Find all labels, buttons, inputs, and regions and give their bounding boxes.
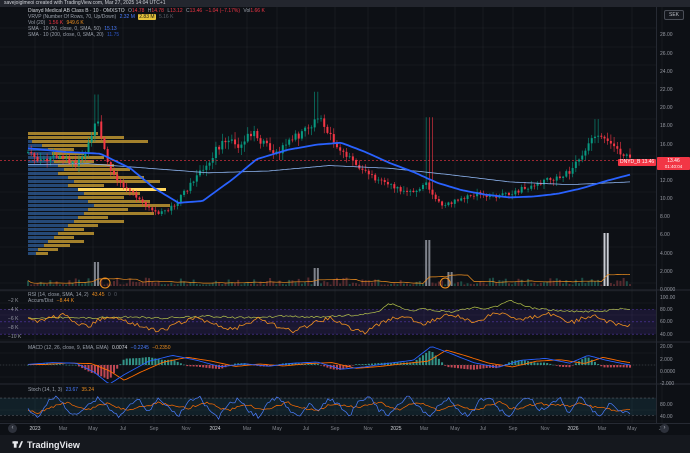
tradingview-window: savejoiglmeoi created with TradingView.c… [0,0,690,453]
price-axis-label: 20.00 [660,105,673,111]
time-axis-month-label: Mar [59,426,68,432]
price-axis-label: 24.00 [660,69,673,75]
price-axis-label: 10.00 [660,196,673,202]
rsi-axis-label: 80.00 [660,307,673,313]
macd-line-value: −0.2245 [131,345,149,351]
chart-canvas[interactable] [0,7,690,423]
rsi-lower: 0 [114,292,117,298]
macd-signal-value: −0.2350 [152,345,170,351]
price-axis-label: 6.00 [660,232,670,238]
sma200-value: 11.75 [107,32,119,38]
time-axis-month-label: Sep [509,426,518,432]
time-axis-month-label: Nov [541,426,550,432]
vrvp-down-value: 5.16 K [159,14,173,20]
accum-dist-axis-label: −4 K [8,307,18,313]
last-price-axis-tag: 13.46 01:40:04 [657,157,690,170]
close-value: 13.46 [190,8,203,14]
stoch-d-value: 35.24 [81,387,94,393]
scroll-left-button[interactable]: ‹ [8,424,17,433]
accum-dist-axis-label: −6 K [8,316,18,322]
vrvp-up-value: 2.32 M [120,14,135,20]
accum-dist-axis-label: −10 K [8,334,21,340]
time-axis-month-label: May [627,426,636,432]
price-axis-label: 8.00 [660,214,670,220]
scroll-right-button[interactable]: › [660,424,669,433]
rsi-legend[interactable]: RSI (14, close, SMA, 14, 2) 43.45 0 0 Ac… [28,292,117,304]
macd-legend[interactable]: MACD (12, 26, close, 9, EMA, EMA) 0.0074… [28,345,171,351]
macd-axis-label: 0.0000 [660,369,675,375]
change-value: −1.04 (−7.17%) [206,8,240,14]
time-axis-month-label: Jul [303,426,309,432]
macd-axis-label: 2.000 [660,357,673,363]
attribution-bar: savejoiglmeoi created with TradingView.c… [0,0,690,7]
bar-countdown: 01:40:04 [657,164,690,169]
rsi-axis-label: 40.00 [660,332,673,338]
rsi-axis-label: 100.00 [660,295,675,301]
rsi-value: 43.45 [92,292,105,298]
time-axis-month-label: Mar [420,426,429,432]
stoch-k-value: 23.67 [66,387,79,393]
price-axis-label: 18.00 [660,123,673,129]
time-axis-month-label: May [88,426,97,432]
vrvp-poc-value: 2.83 M [138,14,155,20]
accum-dist-axis-label: −8 K [8,325,18,331]
price-axis-label: 12.00 [660,178,673,184]
time-axis-month-label: May [450,426,459,432]
stoch-legend[interactable]: Stoch (14, 1, 3) 23.67 35.24 [28,387,94,393]
time-axis-month-label: May [272,426,281,432]
time-axis-month-label: Jul [480,426,486,432]
legend-sma200-row[interactable]: SMA · 10 (200, close, 0, SMA, 20) 11.75 [28,32,265,38]
tradingview-brand[interactable]: TradingView [12,439,80,450]
price-axis-label: 26.00 [660,51,673,57]
currency-toggle[interactable]: SEK [664,10,684,20]
price-axis-label: 4.000 [660,251,673,257]
price-axis-label: 16.00 [660,142,673,148]
macd-title[interactable]: MACD (12, 26, close, 9, EMA, EMA) [28,345,109,351]
time-axis[interactable]: 2023 Mar May Jul Sep Nov 2024 Mar May Jul Sep Nov 20… [0,423,690,435]
price-axis-label: 0.0000 [660,287,675,293]
price-axis-label: 22.00 [660,87,673,93]
rsi-axis-label: 20.00 [660,344,673,350]
symbol-last-price: 13.46 [642,159,655,165]
macd-axis-label: -2.000 [660,381,674,387]
time-axis-month-label: Sep [331,426,340,432]
macd-hist-value: 0.0074 [112,345,127,351]
time-axis-year-label: 2025 [390,426,401,432]
tradingview-logo-icon [12,439,23,450]
time-axis-year-label: 2026 [567,426,578,432]
stoch-title[interactable]: Stoch (14, 1, 3) [28,387,62,393]
rsi-upper: 0 [108,292,111,298]
symbol-ticker: DNYD_B [620,159,640,165]
price-axis-label: 2.000 [660,269,673,275]
time-axis-year-label: 2023 [29,426,40,432]
time-axis-month-label: Nov [182,426,191,432]
accum-dist-title[interactable]: Accum/Dist [28,298,53,304]
time-axis-month-label: Mar [243,426,252,432]
time-axis-month-label: Mar [598,426,607,432]
time-axis-month-label: Nov [364,426,373,432]
stoch-axis-label: 80.00 [660,402,673,408]
volume-value: 1.66 K [250,8,264,14]
main-legend[interactable]: Dianyd Medical AB Class B · 10 · OMXSTO … [28,8,265,38]
sma200-title[interactable]: SMA · 10 (200, close, 0, SMA, 20) [28,32,104,38]
accum-dist-value: −8.44 K [57,298,74,304]
stoch-axis-label: 40.00 [660,414,673,420]
time-axis-month-label: Sep [150,426,159,432]
attribution-text: savejoiglmeoi created with TradingView.c… [4,0,166,6]
time-axis-year-label: 2024 [209,426,220,432]
price-axis-divider [656,7,657,423]
symbol-price-flag: DNYD_B 13.46 [618,159,656,166]
footer-bar: TradingView [0,435,690,453]
rsi-axis-label: 60.00 [660,319,673,325]
chart-area[interactable]: 28.0026.0024.0022.0020.0018.0016.0014.00… [0,7,690,423]
price-axis-label: 28.00 [660,32,673,38]
brand-name: TradingView [27,440,80,450]
time-axis-month-label: Jul [120,426,126,432]
accum-dist-axis-label: −2 K [8,298,18,304]
